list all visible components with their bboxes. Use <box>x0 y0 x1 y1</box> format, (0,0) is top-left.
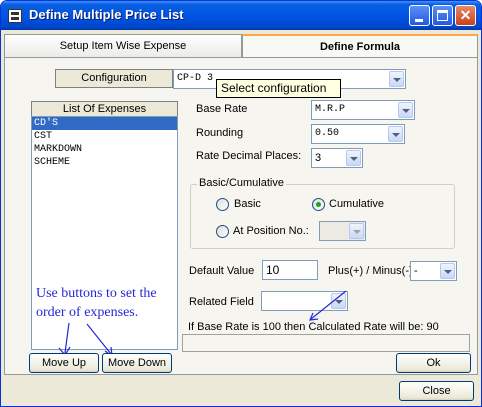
base-rate-value: M.R.P <box>315 104 346 115</box>
cumulative-radio-label[interactable]: Cumulative <box>329 198 384 210</box>
plus-minus-select[interactable]: - <box>410 261 457 281</box>
expense-item[interactable]: MARKDOWN <box>32 143 177 156</box>
rounding-dropdown-icon[interactable] <box>388 126 403 142</box>
position-number-select <box>319 221 366 241</box>
maximize-icon <box>437 10 448 21</box>
related-field-label: Related Field <box>189 296 254 308</box>
app-icon <box>8 9 22 23</box>
expense-item[interactable]: CST <box>32 130 177 143</box>
move-up-button[interactable]: Move Up <box>29 353 99 373</box>
configuration-value: CP-D 3 <box>177 73 214 84</box>
plus-minus-label: Plus(+) / Minus(-) <box>328 265 413 277</box>
decimal-places-select[interactable]: 3 <box>311 148 363 168</box>
rounding-value: 0.50 <box>315 128 340 139</box>
basic-cumulative-legend: Basic/Cumulative <box>197 177 286 189</box>
configuration-label-text: Configuration <box>81 72 147 84</box>
configuration-dropdown-icon[interactable] <box>389 71 404 87</box>
base-rate-select[interactable]: M.R.P <box>311 100 415 120</box>
at-position-radio[interactable] <box>216 225 229 238</box>
decimal-places-dropdown-icon[interactable] <box>346 150 361 166</box>
default-value-input[interactable]: 10 <box>262 260 318 280</box>
rounding-label: Rounding <box>196 127 244 139</box>
minimize-button[interactable] <box>409 5 430 26</box>
decimal-places-value: 3 <box>315 152 322 164</box>
move-down-button[interactable]: Move Down <box>102 353 172 373</box>
tab-setup-item-wise-expense[interactable]: Setup Item Wise Expense <box>4 34 242 58</box>
position-number-dropdown-icon <box>349 223 364 239</box>
related-field-select[interactable] <box>261 291 348 311</box>
expense-item[interactable]: CD'S <box>32 117 177 130</box>
expenses-list-title: List Of Expenses <box>31 101 178 117</box>
basic-radio[interactable] <box>216 198 229 211</box>
configuration-tooltip: Select configuration <box>216 79 341 98</box>
at-position-label[interactable]: At Position No.: <box>233 225 309 237</box>
related-field-dropdown-icon[interactable] <box>331 293 346 309</box>
maximize-button[interactable] <box>432 5 453 26</box>
base-rate-dropdown-icon[interactable] <box>398 102 413 118</box>
base-rate-label: Base Rate <box>196 103 248 115</box>
ok-button[interactable]: Ok <box>396 353 471 373</box>
rounding-select[interactable]: 0.50 <box>311 124 405 144</box>
expense-item[interactable]: SCHEME <box>32 156 177 169</box>
buttons-annotation: Use buttons to set the order of expenses… <box>36 286 157 320</box>
calculation-status-bar <box>182 334 470 352</box>
calculated-rate-note: If Base Rate is 100 then Calculated Rate… <box>188 321 439 333</box>
define-multiple-price-list-window: Define Multiple Price List ✕ Setup Item … <box>0 0 482 407</box>
configuration-label: Configuration <box>55 69 173 88</box>
tab-define-formula[interactable]: Define Formula <box>242 34 478 58</box>
title-bar[interactable]: Define Multiple Price List ✕ <box>1 1 481 30</box>
close-window-button[interactable]: ✕ <box>455 5 476 26</box>
close-icon: ✕ <box>459 7 472 23</box>
minimize-icon <box>415 19 423 22</box>
plus-minus-value: - <box>414 265 418 277</box>
cumulative-radio[interactable] <box>312 198 325 211</box>
close-button[interactable]: Close <box>399 381 474 401</box>
plus-minus-dropdown-icon[interactable] <box>440 263 455 279</box>
window-title: Define Multiple Price List <box>29 7 184 22</box>
basic-radio-label[interactable]: Basic <box>234 198 261 210</box>
default-value-label: Default Value <box>189 265 255 277</box>
decimal-places-label: Rate Decimal Places: <box>196 150 302 162</box>
